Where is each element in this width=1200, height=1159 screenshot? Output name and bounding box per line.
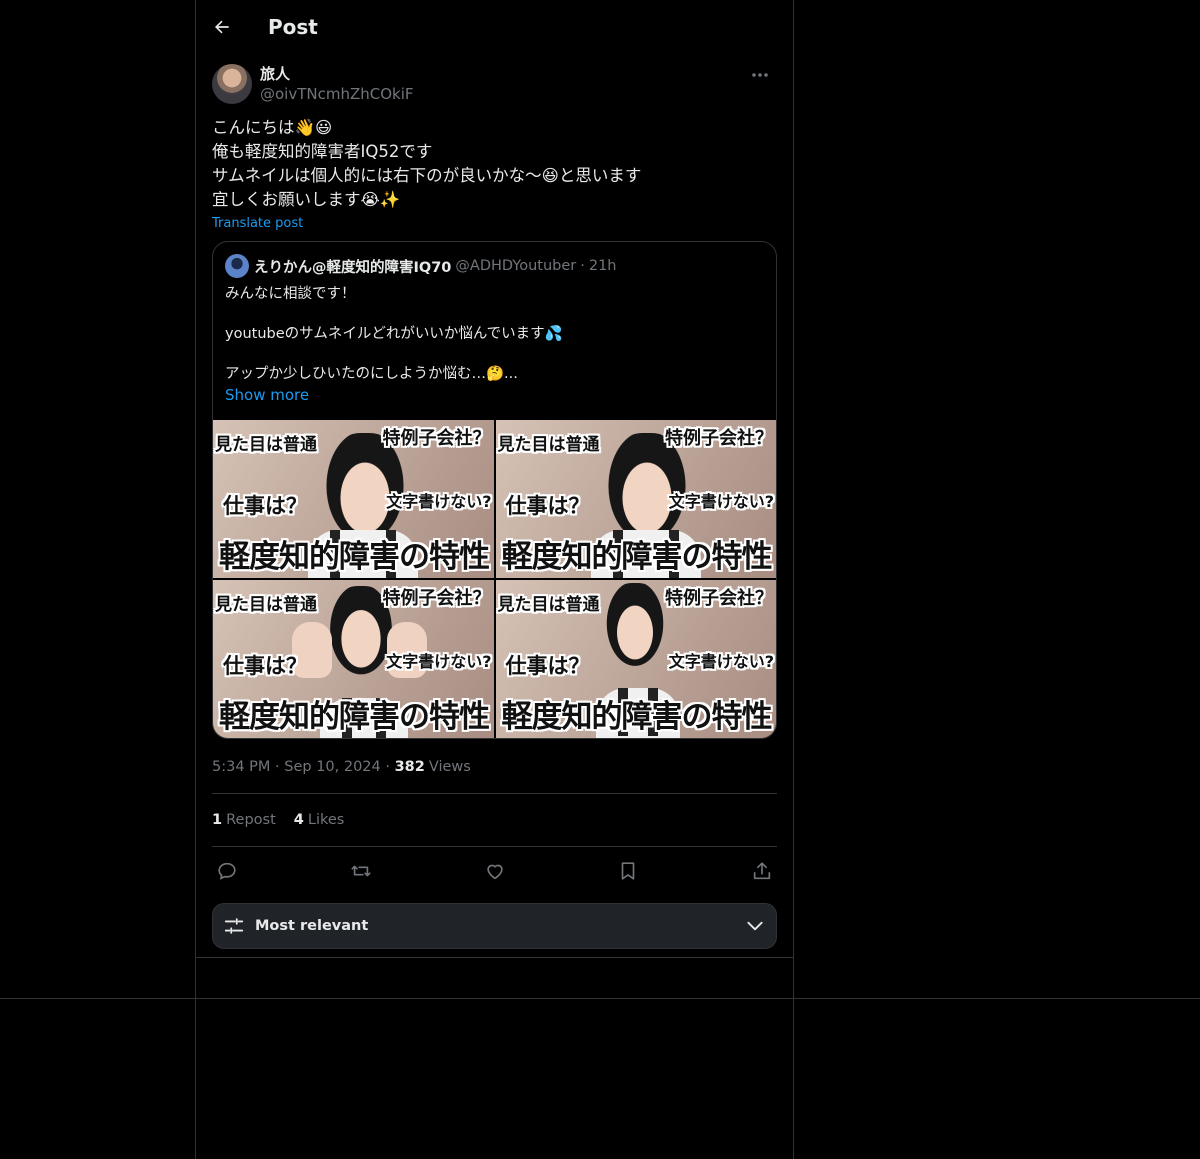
- quote-avatar: [225, 254, 249, 278]
- thumbnail-caption: 仕事は？: [223, 654, 307, 678]
- bookmark-icon: [621, 862, 635, 880]
- thumbnail-caption: 仕事は？: [505, 654, 590, 678]
- thumbnail-title: 軽度知的障害の特性: [501, 539, 773, 575]
- post-text-line: サムネイルは個人的には右下のが良いかな〜😆と思います: [212, 166, 642, 185]
- column-end-divider: [196, 957, 793, 958]
- views-count: 382: [394, 759, 425, 775]
- author-names: 旅人 @oivTNcmhZhCOkiF: [260, 64, 414, 104]
- quote-blank-line: [225, 304, 764, 324]
- reposts-label: Repost: [226, 812, 276, 828]
- column-border-right: [793, 0, 794, 1159]
- reply-sort-selector[interactable]: Most relevant: [212, 903, 777, 949]
- author-row: 旅人 @oivTNcmhZhCOkiF: [212, 64, 777, 104]
- sort-label: Most relevant: [255, 918, 369, 934]
- thumbnail-caption: 文字書けない?: [386, 652, 492, 671]
- sort-dropdown-toggle[interactable]: [744, 915, 766, 937]
- thumbnail-title: 軽度知的障害の特性: [219, 699, 490, 735]
- thumbnail-person: [602, 583, 669, 674]
- author-display-name[interactable]: 旅人: [260, 64, 414, 84]
- media-thumbnail[interactable]: 見た目は普通 特例子会社？ 仕事は？ 文字書けない? 軽度知的障害の特性: [213, 420, 494, 578]
- post-text-line: 宜しくお願いします😭✨: [212, 190, 401, 209]
- thumbnail-caption: 見た目は普通: [497, 435, 600, 455]
- page-title: Post: [268, 15, 318, 39]
- thumbnail-caption: 仕事は？: [505, 494, 590, 518]
- thumbnail-caption: 見た目は普通: [215, 435, 317, 455]
- thumbnail-caption: 文字書けない?: [668, 492, 774, 511]
- repost-icon: [351, 865, 371, 877]
- post-meta: 5:34 PM · Sep 10, 2024 · 382 Views: [212, 758, 777, 776]
- post-text-line: 俺も軽度知的障害者IQ52です: [212, 142, 433, 161]
- reposts-count: 1: [212, 812, 223, 828]
- thumbnail-caption: 特例子会社？: [382, 428, 491, 449]
- reply-icon: [218, 862, 236, 880]
- quote-text-line: アップか少しひいたのにしようか悩む…🤔...: [225, 366, 518, 382]
- quote-time: 21h: [588, 258, 617, 274]
- thumbnail-title: 軽度知的障害の特性: [219, 539, 490, 575]
- likes-label: Likes: [307, 812, 345, 828]
- quote-separator: ·: [580, 258, 585, 274]
- chevron-down-icon: [747, 921, 763, 931]
- avatar[interactable]: [212, 64, 252, 104]
- bottom-divider: [0, 998, 1200, 999]
- thumbnail-caption: 見た目は普通: [497, 595, 600, 615]
- meta-separator: ·: [380, 759, 395, 775]
- share-icon: [753, 862, 771, 880]
- likes-stat[interactable]: 4 Likes: [294, 812, 345, 828]
- post-text: こんにちは👋😃 俺も軽度知的障害者IQ52です サムネイルは個人的には右下のが良…: [212, 116, 777, 212]
- more-horizontal-icon: [752, 73, 768, 77]
- bookmark-button[interactable]: [617, 860, 639, 882]
- quoted-post[interactable]: えりかん@軽度知的障害IQ70 @ADHDYoutuber · 21h みんなに…: [212, 241, 777, 739]
- reposts-stat[interactable]: 1 Repost: [212, 812, 276, 828]
- like-button[interactable]: [484, 860, 506, 882]
- post-text-line: こんにちは👋😃: [212, 118, 333, 137]
- quote-body: みんなに相談です！ youtubeのサムネイルどれがいいか悩んでいます💦 アップ…: [213, 278, 776, 420]
- media-thumbnail[interactable]: 見た目は普通 特例子会社？ 仕事は？ 文字書けない? 軽度知的障害の特性: [495, 420, 776, 578]
- sliders-icon: [224, 918, 244, 934]
- top-bar: Post: [196, 0, 793, 54]
- main-column: Post 旅人 @oivTNcmhZhCOkiF こんにちは👋😃 俺も軽度知的障…: [196, 0, 793, 949]
- views-label: Views: [428, 759, 471, 775]
- share-button[interactable]: [751, 860, 773, 882]
- thumbnail-caption: 仕事は？: [223, 494, 307, 518]
- back-button[interactable]: [202, 7, 242, 47]
- engagement-stats: 1 Repost 4 Likes: [212, 794, 777, 846]
- thumbnail-caption: 文字書けない?: [668, 652, 774, 671]
- quote-text-line: youtubeのサムネイルどれがいいか悩んでいます💦: [225, 326, 563, 342]
- thumbnail-caption: 見た目は普通: [215, 595, 317, 615]
- thumbnail-caption: 文字書けない?: [386, 492, 492, 511]
- author-handle[interactable]: @oivTNcmhZhCOkiF: [260, 84, 414, 104]
- media-thumbnail[interactable]: 見た目は普通 特例子会社？ 仕事は？ 文字書けない? 軽度知的障害の特性: [495, 580, 776, 738]
- show-more-link[interactable]: Show more: [225, 384, 309, 406]
- likes-count: 4: [293, 812, 304, 828]
- thumbnail-caption: 特例子会社？: [665, 588, 773, 609]
- post-timestamp[interactable]: 5:34 PM · Sep 10, 2024: [212, 759, 381, 775]
- thumbnail-caption: 特例子会社？: [665, 428, 773, 449]
- arrow-left-icon: [215, 20, 229, 34]
- thumbnail-title: 軽度知的障害の特性: [501, 699, 773, 735]
- quote-header: えりかん@軽度知的障害IQ70 @ADHDYoutuber · 21h: [213, 242, 776, 278]
- quote-text-line: みんなに相談です！: [225, 286, 356, 302]
- quote-blank-line: [225, 344, 764, 364]
- quote-author-name: えりかん@軽度知的障害IQ70: [254, 259, 452, 276]
- thumbnail-caption: 特例子会社？: [382, 588, 491, 609]
- quote-author-handle: @ADHDYoutuber: [455, 258, 577, 274]
- media-thumbnail[interactable]: 見た目は普通 特例子会社？ 仕事は？ 文字書けない? 軽度知的障害の特性: [213, 580, 494, 738]
- media-grid: 見た目は普通 特例子会社？ 仕事は？ 文字書けない? 軽度知的障害の特性 見た目…: [213, 420, 776, 738]
- translate-post-link[interactable]: Translate post: [212, 216, 303, 231]
- action-bar: [212, 847, 777, 895]
- heart-icon: [486, 864, 503, 880]
- more-options-button[interactable]: [743, 64, 777, 86]
- post-detail: 旅人 @oivTNcmhZhCOkiF こんにちは👋😃 俺も軽度知的障害者IQ5…: [196, 64, 793, 949]
- repost-button[interactable]: [350, 860, 372, 882]
- reply-button[interactable]: [216, 860, 238, 882]
